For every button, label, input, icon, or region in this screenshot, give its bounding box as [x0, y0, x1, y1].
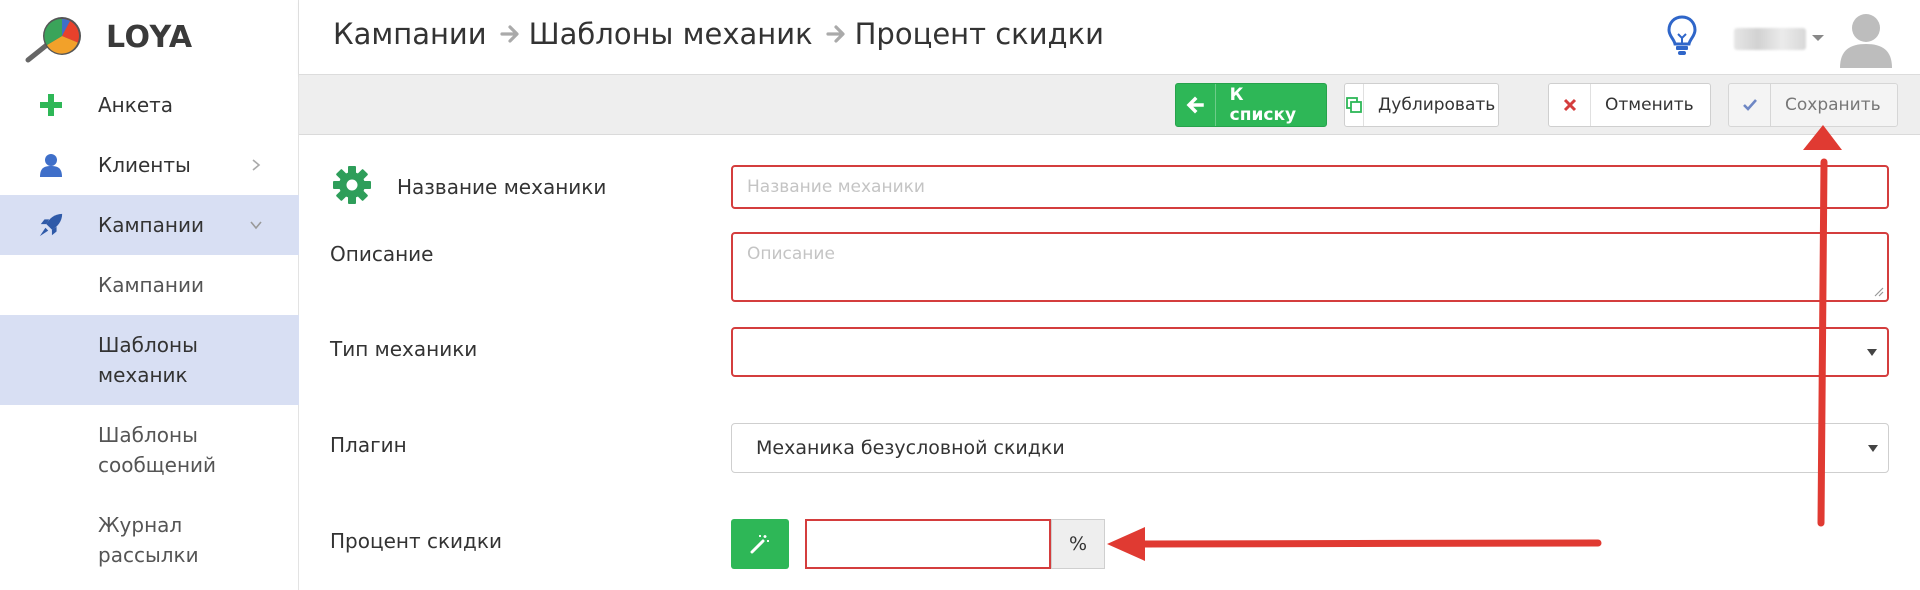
copy-icon	[1345, 84, 1364, 126]
sidebar-nav: Анкета Клиенты Кампании Кампании Шаблоны…	[0, 75, 299, 585]
sidebar-subitem-campaigns[interactable]: Кампании	[0, 255, 299, 315]
plugin-select[interactable]: Механика безусловной скидки	[731, 423, 1889, 473]
sidebar-item-label: Клиенты	[98, 153, 191, 177]
caret-down-icon	[1867, 349, 1877, 356]
caret-down-icon	[1868, 445, 1878, 452]
duplicate-button[interactable]: Дублировать	[1344, 83, 1499, 127]
sidebar-subitem-label: Шаблоны сообщений	[98, 423, 217, 477]
mechanic-type-select[interactable]	[731, 327, 1889, 377]
description-placeholder: Описание	[747, 244, 835, 264]
sidebar-item-label: Кампании	[98, 213, 204, 237]
sidebar-subitem-label: Кампании	[98, 273, 204, 297]
description-label: Описание	[330, 242, 434, 266]
generate-button[interactable]	[731, 519, 789, 569]
action-toolbar: К списку Дублировать Отменить Сохранить	[299, 75, 1920, 135]
arrow-left-icon	[1176, 84, 1216, 126]
cancel-button[interactable]: Отменить	[1548, 83, 1711, 127]
sidebar-subitem-label: Шаблоны механик	[98, 333, 198, 387]
logo-icon	[25, 17, 81, 63]
avatar[interactable]	[1838, 10, 1894, 68]
sidebar-item-anketa[interactable]: Анкета	[0, 75, 299, 135]
arrow-right-icon	[826, 25, 845, 43]
arrow-right-icon	[500, 25, 519, 43]
rocket-icon	[38, 212, 64, 238]
breadcrumb-item-mechanic-templates[interactable]: Шаблоны механик	[529, 17, 813, 51]
description-textarea[interactable]: Описание	[731, 232, 1889, 302]
user-icon	[38, 152, 64, 178]
chevron-right-icon	[252, 159, 261, 171]
discount-percent-label: Процент скидки	[330, 529, 502, 553]
plugin-label: Плагин	[330, 433, 407, 457]
save-button[interactable]: Сохранить	[1728, 83, 1898, 127]
magic-wand-icon	[750, 535, 769, 554]
close-icon	[1549, 84, 1591, 126]
breadcrumb: Кампании Шаблоны механик Процент скидки	[333, 17, 1104, 51]
sidebar-subitem-mechanic-templates[interactable]: Шаблоны механик	[0, 315, 299, 405]
mechanic-name-placeholder: Название механики	[747, 177, 925, 197]
mechanic-form: Название механики Название механики Опис…	[299, 135, 1920, 590]
mechanic-name-label: Название механики	[397, 175, 607, 199]
sidebar: LOYA Анкета Клиенты Кампании Кампании Ша…	[0, 0, 299, 590]
discount-percent-input[interactable]	[805, 519, 1051, 569]
user-name[interactable]	[1734, 28, 1806, 50]
caret-down-icon[interactable]	[1812, 35, 1824, 41]
breadcrumb-item-current: Процент скидки	[854, 17, 1104, 51]
check-icon	[1729, 84, 1771, 126]
sidebar-subitem-label: Журнал рассылки	[98, 513, 199, 567]
logo[interactable]: LOYA	[0, 0, 299, 75]
logo-text: LOYA	[106, 20, 193, 55]
sidebar-item-clients[interactable]: Клиенты	[0, 135, 299, 195]
plus-icon	[38, 92, 64, 118]
percent-addon: %	[1051, 519, 1105, 569]
mechanic-type-label: Тип механики	[330, 337, 478, 361]
sidebar-subitem-mailing-log[interactable]: Журнал рассылки	[0, 495, 299, 585]
resize-handle-icon[interactable]	[1872, 285, 1884, 297]
breadcrumb-item-campaigns[interactable]: Кампании	[333, 17, 487, 51]
mechanic-name-input[interactable]: Название механики	[731, 165, 1889, 209]
sidebar-item-campaigns[interactable]: Кампании	[0, 195, 299, 255]
sidebar-item-label: Анкета	[98, 93, 174, 117]
sidebar-subitem-message-templates[interactable]: Шаблоны сообщений	[0, 405, 299, 495]
gear-icon	[333, 166, 371, 204]
back-to-list-button[interactable]: К списку	[1175, 83, 1327, 127]
chevron-down-icon	[250, 221, 262, 230]
plugin-value: Механика безусловной скидки	[756, 437, 1065, 459]
lightbulb-icon[interactable]	[1666, 14, 1698, 58]
